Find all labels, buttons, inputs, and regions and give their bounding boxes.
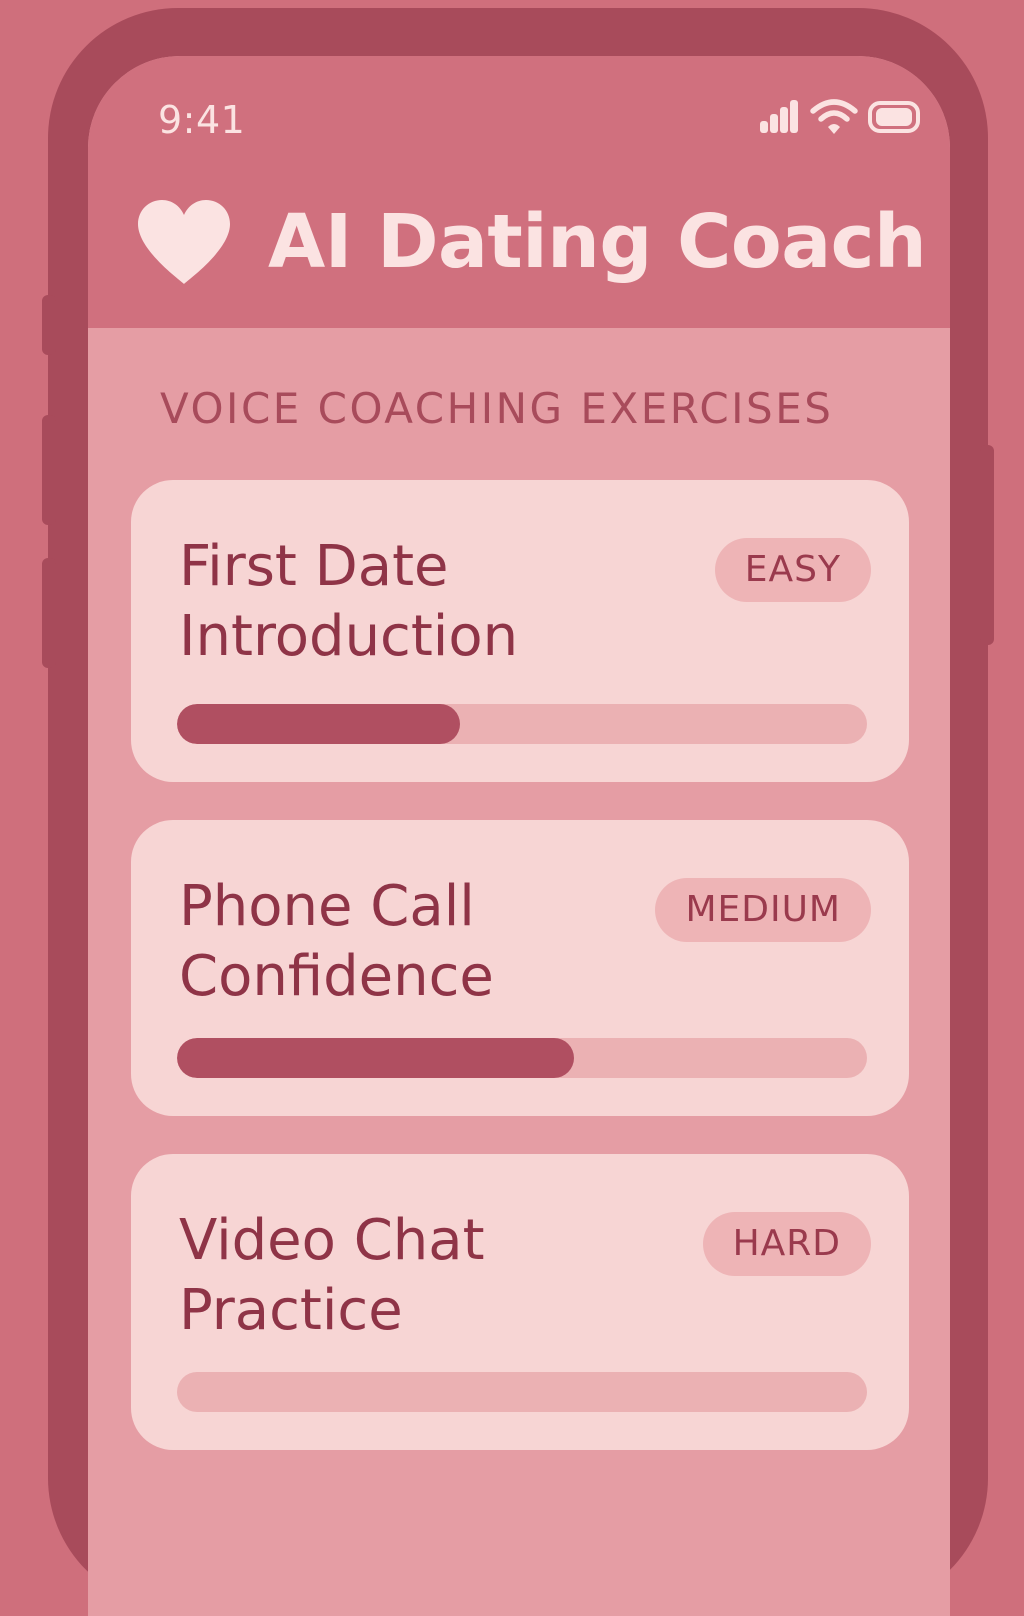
exercise-card-first-date[interactable]: First Date Introduction EASY [131, 480, 909, 782]
exercise-title: Video Chat Practice [179, 1208, 485, 1343]
heart-icon [138, 200, 230, 284]
volume-up-button [42, 415, 56, 525]
wifi-icon [810, 99, 858, 134]
exercise-card-video-chat[interactable]: Video Chat Practice HARD [131, 1154, 909, 1450]
phone-screen: 9:41 AI Dating Coach VOICE COACHING EXER… [88, 56, 950, 1616]
difficulty-badge: EASY [714, 538, 871, 602]
app-header: 9:41 AI Dating Coach [88, 56, 950, 328]
exercise-card-phone-call[interactable]: Phone Call Confidence MEDIUM [131, 820, 909, 1116]
difficulty-badge: HARD [702, 1212, 871, 1276]
progress-bar [177, 704, 867, 744]
section-title: VOICE COACHING EXERCISES [160, 384, 834, 433]
cellular-signal-icon [760, 100, 798, 133]
battery-icon [868, 101, 920, 133]
exercise-title: Phone Call Confidence [179, 874, 494, 1009]
volume-down-button [42, 558, 56, 668]
progress-bar [177, 1038, 867, 1078]
status-time: 9:41 [158, 98, 246, 142]
app-title: AI Dating Coach [268, 199, 927, 285]
exercise-title: First Date Introduction [179, 534, 519, 669]
status-icons [760, 98, 922, 136]
silent-switch [42, 295, 56, 355]
progress-bar [177, 1372, 867, 1412]
power-button [980, 445, 994, 645]
progress-fill [177, 1038, 574, 1078]
difficulty-badge: MEDIUM [655, 878, 871, 942]
progress-fill [177, 704, 460, 744]
